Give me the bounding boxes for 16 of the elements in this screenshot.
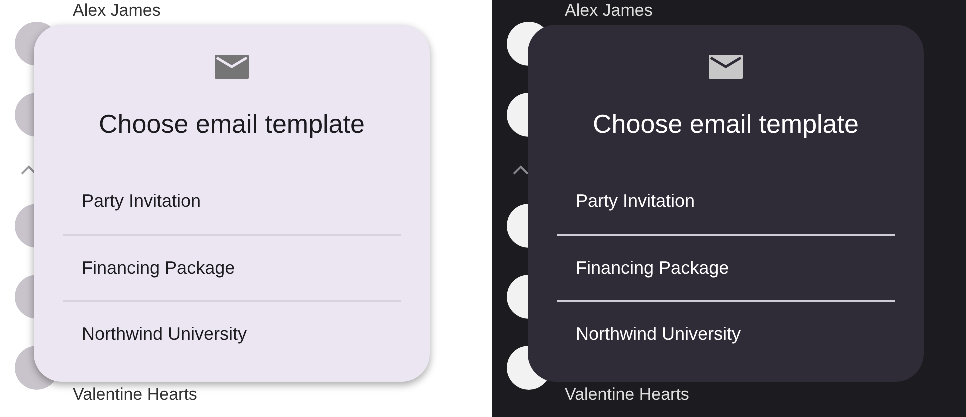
template-option[interactable]: Financing Package: [557, 234, 895, 300]
template-option[interactable]: Northwind University: [557, 300, 895, 366]
template-option[interactable]: Northwind University: [63, 300, 401, 366]
dialog-title: Choose email template: [592, 108, 860, 142]
template-option[interactable]: Financing Package: [63, 234, 401, 300]
mail-icon: [709, 55, 743, 79]
chevron-up-icon[interactable]: [21, 165, 37, 175]
chevron-up-icon[interactable]: [513, 165, 529, 175]
mail-icon: [215, 55, 249, 79]
dialog-title: Choose email template: [98, 108, 366, 142]
contact-name[interactable]: Valentine Hearts: [565, 382, 690, 407]
template-option[interactable]: Party Invitation: [63, 168, 401, 234]
template-option[interactable]: Party Invitation: [557, 168, 895, 234]
contact-name[interactable]: Alex James: [73, 2, 161, 21]
contact-name[interactable]: Alex James: [565, 2, 653, 21]
contact-name[interactable]: Valentine Hearts: [73, 382, 198, 407]
